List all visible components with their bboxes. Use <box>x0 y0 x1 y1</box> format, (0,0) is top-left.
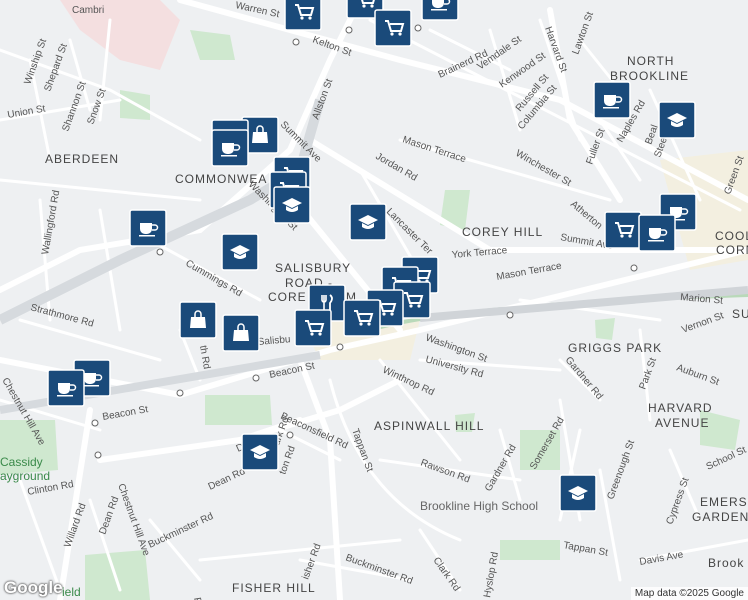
map-canvas[interactable]: Cambri Warren St Kelton St Brainerd Rd V… <box>0 0 748 600</box>
marker-cup-4[interactable] <box>211 129 249 167</box>
area-label-emerson-2: GARDEN <box>692 510 748 524</box>
marker-cup-1[interactable] <box>421 0 459 21</box>
area-label-corey-hill: COREY HILL <box>462 225 543 239</box>
marker-bag-2[interactable] <box>179 301 217 339</box>
marker-cap-3[interactable] <box>349 203 387 241</box>
poi-label-brookline-high[interactable]: Brookline High School <box>420 499 538 513</box>
marker-cart-12[interactable] <box>294 309 332 347</box>
area-label-aspinwall: ASPINWALL HILL <box>374 419 484 433</box>
area-label-griggs: GRIGGS PARK <box>568 341 662 355</box>
marker-cap-1[interactable] <box>658 101 696 139</box>
area-label-emerson-1: EMERS <box>700 495 748 509</box>
marker-cap-6[interactable] <box>559 474 597 512</box>
marker-cup-7[interactable] <box>638 214 676 252</box>
marker-cap-5[interactable] <box>241 433 279 471</box>
poi-label-cassidy-1[interactable]: Cassidy <box>0 455 43 469</box>
marker-bag-3[interactable] <box>222 314 260 352</box>
area-label-harvard-1: HARVARD <box>648 401 713 415</box>
marker-cup-5[interactable] <box>129 209 167 247</box>
area-label-salisbury-1: SALISBURY <box>275 261 351 275</box>
area-label-su: SU <box>732 307 748 321</box>
area-label-coolidge-2: CORN <box>716 243 748 257</box>
area-label-fisher-hill: FISHER HILL <box>232 581 316 595</box>
map-attribution[interactable]: Map data ©2025 Google <box>630 587 748 600</box>
marker-cart-3[interactable] <box>374 9 412 47</box>
marker-cup-2[interactable] <box>593 81 631 119</box>
marker-cart-1[interactable] <box>284 0 322 31</box>
area-label-harvard-2: AVENUE <box>655 416 709 430</box>
marker-cap-2[interactable] <box>273 186 311 224</box>
marker-cart-11[interactable] <box>343 299 381 337</box>
marker-cup-9[interactable] <box>47 369 85 407</box>
poi-label-field[interactable]: ield <box>62 585 81 599</box>
area-label-commonwealth: COMMONWEA <box>175 172 267 186</box>
marker-cart-6[interactable] <box>604 211 642 249</box>
area-label-salisbury-3: CORE <box>268 290 307 304</box>
poi-label-cassidy-2[interactable]: ayground <box>0 469 50 483</box>
area-label-north-brookline-1: NORTH <box>627 54 674 68</box>
google-logo[interactable]: Google <box>4 578 63 598</box>
area-label-coolidge-1: COOLI <box>715 229 748 243</box>
area-label-north-brookline-2: BROOKLINE <box>610 69 689 83</box>
street-label-cambridge: Cambri <box>72 5 104 16</box>
area-label-brookline-edge: Brook <box>708 556 744 570</box>
area-label-aberdeen: ABERDEEN <box>45 152 119 166</box>
marker-cap-4[interactable] <box>221 233 259 271</box>
